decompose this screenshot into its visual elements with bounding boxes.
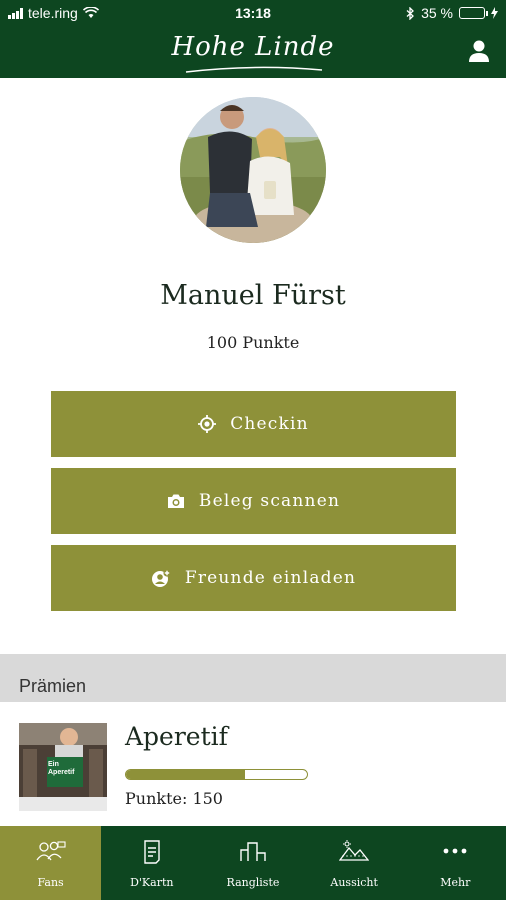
tab-fans[interactable]: Fans (0, 826, 102, 900)
checkin-button[interactable]: Checkin (51, 391, 456, 457)
tab-mehr-label: Mehr (440, 876, 471, 889)
card-icon (144, 840, 160, 864)
reward-points: Punkte: 150 (125, 789, 223, 808)
charging-icon (491, 7, 498, 19)
tab-rangliste[interactable]: Rangliste (202, 826, 303, 900)
scan-receipt-button[interactable]: Beleg scannen (51, 468, 456, 534)
tab-rangliste-label: Rangliste (226, 876, 280, 889)
camera-icon (167, 494, 184, 508)
tab-dkartn-label: D'Kartn (130, 876, 174, 889)
brand-swoosh (185, 66, 323, 73)
scan-receipt-label: Beleg scannen (198, 491, 341, 511)
profile-points: 100 Punkte (206, 333, 300, 352)
reward-item[interactable]: Ein Aperetif Aperetif Punkte: 150 (0, 702, 506, 826)
add-friend-icon (151, 569, 171, 587)
avatar[interactable] (180, 97, 326, 243)
tab-mehr[interactable]: Mehr (405, 826, 506, 900)
brand-logo: Hohe Linde (171, 32, 335, 62)
reward-progress (125, 769, 308, 780)
profile-name: Manuel Fürst (160, 280, 346, 311)
app-header: Hohe Linde (0, 26, 506, 78)
ranking-icon (240, 842, 266, 861)
reward-image: Ein Aperetif (19, 723, 107, 811)
tab-fans-label: Fans (37, 876, 64, 889)
battery-icon (459, 7, 488, 19)
rewards-heading: Prämien (0, 654, 506, 702)
avatar-photo (180, 97, 326, 243)
reward-image-sign: Ein Aperetif (48, 761, 75, 776)
invite-friends-button[interactable]: Freunde einladen (51, 545, 456, 611)
reward-title: Aperetif (125, 722, 228, 751)
tab-bar: Fans D'Kartn Rangliste Aussicht Mehr (0, 826, 506, 900)
battery-percent: 35 % (421, 5, 453, 21)
status-right: 35 % (406, 5, 498, 21)
view-icon (339, 840, 370, 861)
tab-aussicht[interactable]: Aussicht (304, 826, 405, 900)
target-icon (198, 415, 217, 433)
more-icon (443, 848, 467, 854)
status-bar: tele.ring 13:18 35 % (0, 0, 506, 26)
bluetooth-icon (406, 6, 415, 20)
fans-icon (36, 841, 66, 861)
tab-dkartn[interactable]: D'Kartn (101, 826, 202, 900)
user-icon[interactable] (466, 38, 492, 64)
checkin-label: Checkin (230, 414, 309, 434)
invite-friends-label: Freunde einladen (184, 568, 357, 588)
tab-aussicht-label: Aussicht (330, 876, 378, 889)
